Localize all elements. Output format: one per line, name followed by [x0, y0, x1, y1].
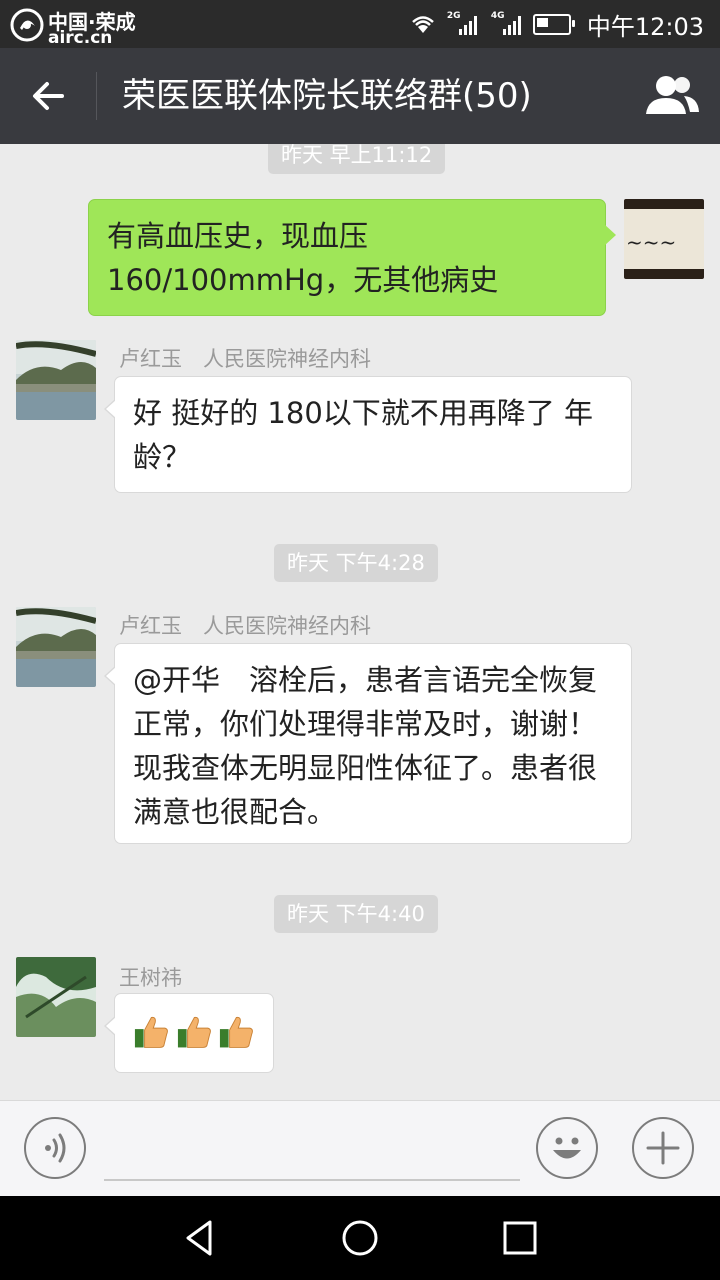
voice-mode-icon	[45, 1133, 66, 1163]
group-members-icon[interactable]	[642, 72, 702, 120]
incoming-message-bubble[interactable]: 好 挺好的 180以下就不用再降了 年龄？	[104, 376, 632, 493]
thumbs-up-icon	[177, 1016, 211, 1048]
timestamp-pill: 昨天 下午4:40	[274, 895, 438, 933]
timestamp-pill: 昨天 下午4:28	[274, 544, 438, 582]
plus-icon	[646, 1131, 680, 1165]
status-time: 中午12:03	[586, 12, 704, 41]
emoji-row	[133, 1010, 255, 1054]
calligraphy-avatar-icon: ~~~	[624, 199, 704, 279]
sender-name: 王树祎	[119, 966, 182, 990]
more-functions-button[interactable]	[632, 1117, 694, 1179]
status-bar: 中国·荣成 airc.cn 2G 4G 中午12:03	[0, 0, 720, 48]
message-input[interactable]	[104, 1179, 520, 1181]
message-list[interactable]: 昨天 早上11:12 有高血压史，现血压160/100mmHg，无其他病史 ~~…	[0, 144, 720, 1100]
chat-title: 荣医医联体院长联络群(50)	[122, 76, 532, 116]
svg-text:~~~: ~~~	[626, 230, 676, 254]
input-bar	[0, 1100, 720, 1197]
my-avatar[interactable]: ~~~	[624, 199, 704, 279]
nav-back-icon[interactable]	[178, 1216, 222, 1260]
emoji-smile-icon	[553, 1137, 581, 1159]
incoming-message-bubble[interactable]	[104, 993, 274, 1073]
voice-mode-button[interactable]	[24, 1117, 86, 1179]
signal-4g-icon: 4G	[491, 11, 523, 35]
watermark-logo-icon	[10, 8, 44, 42]
watermark-url: airc.cn	[48, 28, 113, 48]
sender-avatar[interactable]	[16, 607, 96, 687]
chat-header: 荣医医联体院长联络群(50)	[0, 48, 720, 144]
message-text: 好 挺好的 180以下就不用再降了 年龄？	[133, 396, 594, 474]
timestamp-pill: 昨天 早上11:12	[268, 144, 446, 174]
network-type-label: 2G	[446, 11, 461, 21]
sender-avatar[interactable]	[16, 340, 96, 420]
thumbs-up-icon	[220, 1016, 254, 1048]
message-text: 有高血压史，现血压160/100mmHg，无其他病史	[107, 219, 499, 297]
thumbs-up-icon	[134, 1016, 168, 1048]
sender-name: 卢红玉 人民医院神经内科	[119, 347, 371, 371]
sender-avatar[interactable]	[16, 957, 96, 1037]
system-nav-bar	[0, 1196, 720, 1280]
landscape-avatar-icon	[16, 607, 96, 687]
wifi-icon	[411, 16, 434, 33]
nav-home-icon[interactable]	[338, 1216, 382, 1260]
landscape-avatar-icon	[16, 340, 96, 420]
header-divider	[96, 72, 97, 120]
signal-2g-icon: 2G	[447, 11, 479, 35]
emoji-button[interactable]	[536, 1117, 598, 1179]
incoming-message-bubble[interactable]: @开华 溶栓后，患者言语完全恢复正常，你们处理得非常及时，谢谢！现我查体无明显阳…	[104, 643, 632, 844]
sender-name: 卢红玉 人民医院神经内科	[119, 614, 371, 638]
trees-avatar-icon	[16, 957, 96, 1037]
network-type-label: 4G	[490, 11, 505, 21]
nav-recents-icon[interactable]	[498, 1216, 542, 1260]
back-arrow-icon[interactable]	[22, 72, 74, 120]
outgoing-message-bubble[interactable]: 有高血压史，现血压160/100mmHg，无其他病史	[88, 199, 616, 316]
message-text: @开华 溶栓后，患者言语完全恢复正常，你们处理得非常及时，谢谢！现我查体无明显阳…	[133, 663, 598, 829]
battery-icon	[532, 13, 575, 35]
